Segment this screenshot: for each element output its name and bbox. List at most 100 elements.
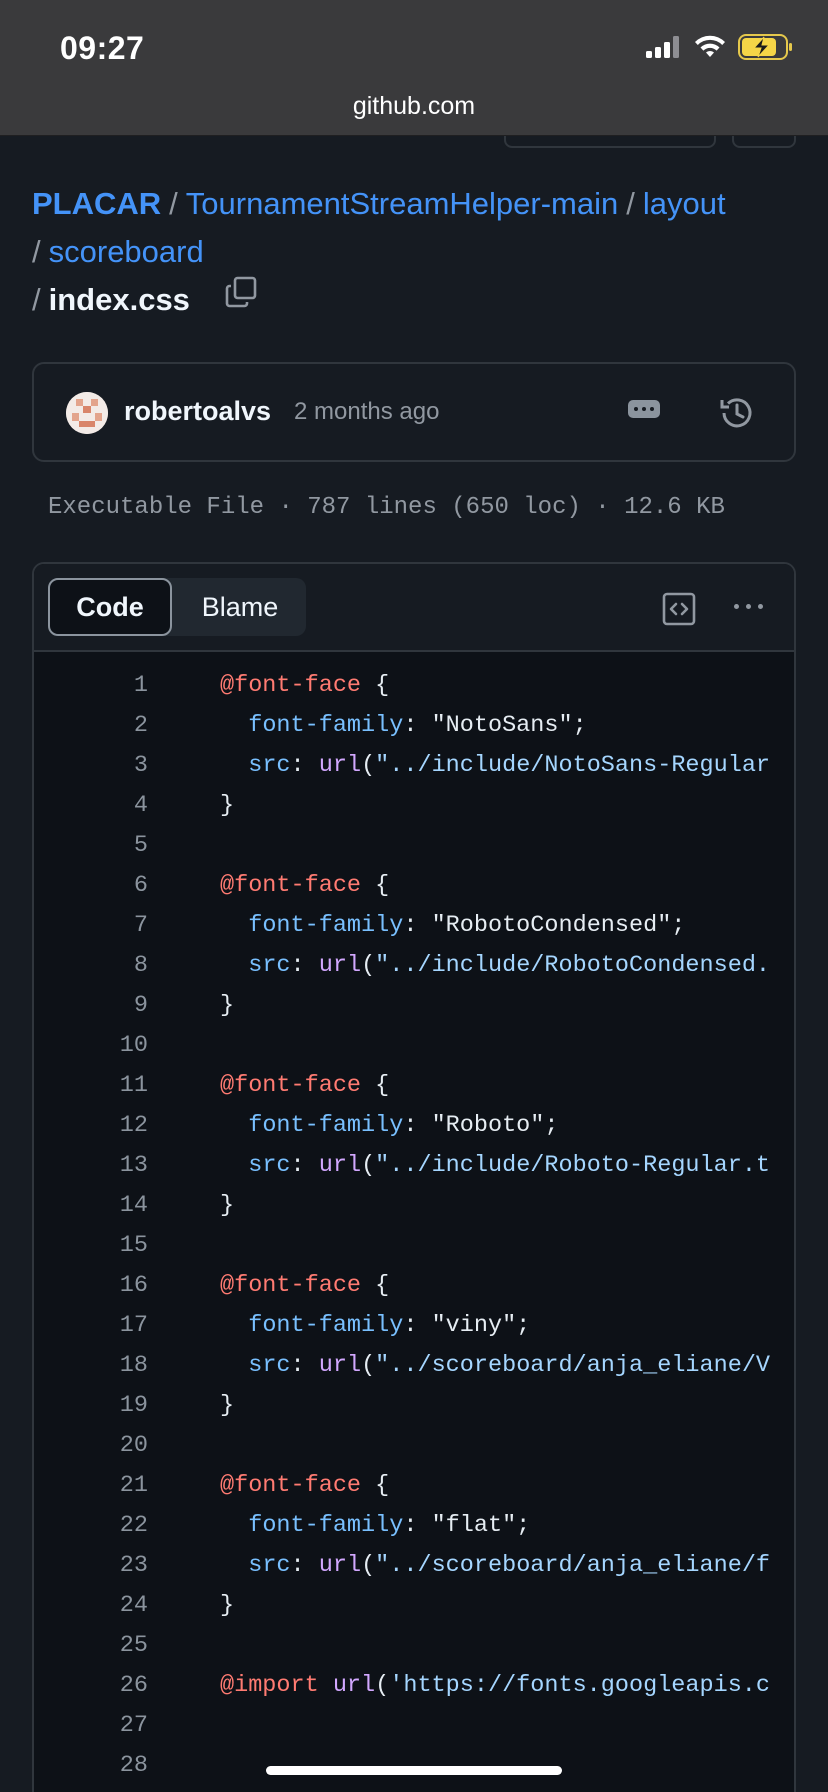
- latest-commit-box: robertoalvs 2 months ago: [32, 362, 796, 462]
- more-options-icon[interactable]: [734, 604, 763, 609]
- file-meta: Executable File · 787 lines (650 loc) · …: [48, 494, 725, 521]
- breadcrumb-repo[interactable]: PLACAR: [32, 186, 161, 221]
- code-token: @font-face: [220, 872, 362, 899]
- code-token: src: [248, 1352, 291, 1379]
- code-line: 26 @import url('https://fonts.googleapis.…: [34, 1666, 794, 1706]
- code-line: 1 @font-face {: [34, 666, 794, 706]
- history-icon[interactable]: [718, 394, 756, 432]
- line-number[interactable]: 16: [34, 1266, 148, 1306]
- commit-author[interactable]: robertoalvs: [124, 396, 271, 427]
- code-text: font-family: "RobotoCondensed";: [220, 906, 685, 946]
- breadcrumb-separator: /: [169, 186, 178, 221]
- code-line: 22 font-family: "flat";: [34, 1506, 794, 1546]
- ellipsis-icon[interactable]: [628, 400, 660, 418]
- line-number[interactable]: 14: [34, 1186, 148, 1226]
- line-number[interactable]: 3: [34, 746, 148, 786]
- tab-blame[interactable]: Blame: [174, 578, 306, 636]
- code-line: 23 src: url("../scoreboard/anja_eliane/f: [34, 1546, 794, 1586]
- code-line: 3 src: url("../include/NotoSans-Regular: [34, 746, 794, 786]
- code-line: 5: [34, 826, 794, 866]
- wifi-icon: [695, 35, 725, 57]
- breadcrumb-separator: /: [32, 234, 41, 269]
- code-token: }: [220, 1192, 235, 1219]
- header-button-partial-2[interactable]: [732, 136, 796, 148]
- line-number[interactable]: 21: [34, 1466, 148, 1506]
- code-text: font-family: "NotoSans";: [220, 706, 587, 746]
- home-indicator: [266, 1766, 562, 1775]
- line-number[interactable]: 13: [34, 1146, 148, 1186]
- code-text: font-family: "Roboto";: [220, 1106, 558, 1146]
- line-number[interactable]: 22: [34, 1506, 148, 1546]
- code-token: font-family: [248, 1512, 404, 1539]
- code-panel: Code Blame 1 @font-face {2 font-family: "…: [32, 562, 796, 1792]
- line-number[interactable]: 27: [34, 1706, 148, 1746]
- breadcrumb-dir-tsh[interactable]: TournamentStreamHelper-main: [186, 186, 618, 221]
- status-time: 09:27: [60, 30, 145, 66]
- avatar[interactable]: [66, 392, 108, 434]
- view-toggle: Code Blame: [48, 578, 306, 636]
- copy-icon[interactable]: [225, 274, 257, 322]
- line-number[interactable]: 4: [34, 786, 148, 826]
- code-line: 20: [34, 1426, 794, 1466]
- tab-code[interactable]: Code: [48, 578, 172, 636]
- line-number[interactable]: 10: [34, 1026, 148, 1066]
- line-number[interactable]: 11: [34, 1066, 148, 1106]
- line-number[interactable]: 5: [34, 826, 148, 866]
- url-bar[interactable]: github.com: [0, 92, 828, 121]
- line-number[interactable]: 23: [34, 1546, 148, 1586]
- code-body: 1 @font-face {2 font-family: "NotoSans"; 3…: [34, 652, 794, 1786]
- code-line: 12 font-family: "Roboto";: [34, 1106, 794, 1146]
- breadcrumb-dir-scoreboard[interactable]: scoreboard: [49, 234, 204, 269]
- code-line: 17 font-family: "viny";: [34, 1306, 794, 1346]
- code-line: 16 @font-face {: [34, 1266, 794, 1306]
- file-page: PLACAR / TournamentStreamHelper-main / layou…: [0, 136, 828, 1792]
- code-token: @font-face: [220, 1272, 362, 1299]
- line-number[interactable]: 20: [34, 1426, 148, 1466]
- line-number[interactable]: 6: [34, 866, 148, 906]
- code-token: "../include/Roboto-Regular.t: [375, 1152, 771, 1179]
- line-number[interactable]: 7: [34, 906, 148, 946]
- code-token: "../scoreboard/anja_eliane/V: [375, 1352, 771, 1379]
- header-button-partial[interactable]: [504, 136, 716, 148]
- code-text: }: [220, 786, 234, 826]
- line-number[interactable]: 25: [34, 1626, 148, 1666]
- code-token: font-family: [248, 912, 404, 939]
- code-token: (: [361, 1352, 376, 1379]
- line-number[interactable]: 15: [34, 1226, 148, 1266]
- code-token: src: [248, 752, 291, 779]
- code-view-icon[interactable]: [662, 592, 696, 626]
- code-text: src: url("../include/Roboto-Regular.t: [220, 1146, 770, 1186]
- code-token: url: [332, 1672, 376, 1699]
- breadcrumb-dir-layout[interactable]: layout: [643, 186, 726, 221]
- code-line: 15: [34, 1226, 794, 1266]
- line-number[interactable]: 19: [34, 1386, 148, 1426]
- line-number[interactable]: 17: [34, 1306, 148, 1346]
- line-number[interactable]: 12: [34, 1106, 148, 1146]
- line-number[interactable]: 18: [34, 1346, 148, 1386]
- code-token: font-family: [248, 1112, 404, 1139]
- breadcrumb: PLACAR / TournamentStreamHelper-main / layou…: [32, 180, 802, 326]
- code-token: {: [361, 1272, 390, 1299]
- line-number[interactable]: 1: [34, 666, 148, 706]
- code-line: 2 font-family: "NotoSans";: [34, 706, 794, 746]
- code-token: url: [318, 1352, 362, 1379]
- code-token: url: [318, 1552, 362, 1579]
- code-text: }: [220, 1186, 234, 1226]
- line-number[interactable]: 8: [34, 946, 148, 986]
- code-token: : "NotoSans";: [403, 712, 587, 739]
- line-number[interactable]: 26: [34, 1666, 148, 1706]
- code-token: :: [290, 752, 319, 779]
- code-line: 19}: [34, 1386, 794, 1426]
- line-number[interactable]: 9: [34, 986, 148, 1026]
- line-number[interactable]: 24: [34, 1586, 148, 1626]
- code-token: src: [248, 1152, 291, 1179]
- line-number[interactable]: 28: [34, 1746, 148, 1786]
- line-number[interactable]: 2: [34, 706, 148, 746]
